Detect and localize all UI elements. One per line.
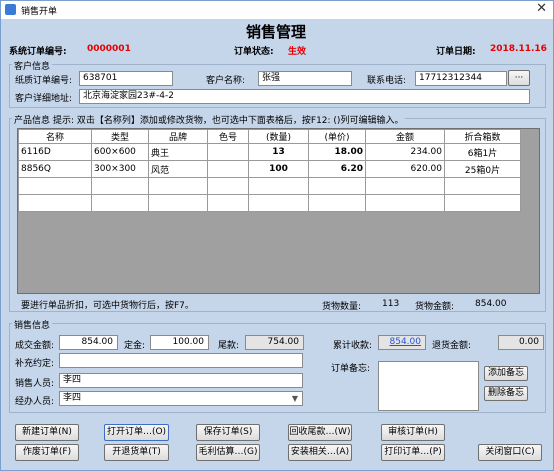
product-section-title: 产品信息 xyxy=(12,113,53,126)
order-no-value: 0000001 xyxy=(87,44,131,54)
customer-section-title: 客户信息 xyxy=(12,59,53,72)
customer-name-input[interactable]: 张强 xyxy=(258,71,352,86)
sales-order-window: 销售开单 ✕ 销售管理 系统订单编号: 0000001 订单状态: 生效 订单日… xyxy=(0,0,554,471)
close-window-button[interactable]: 关闭窗口(C) xyxy=(478,444,542,461)
collect-balance-button[interactable]: 回收尾款…(W) xyxy=(288,424,352,441)
remark-label: 订单备忘: xyxy=(331,364,371,374)
cell-boxes[interactable]: 25箱0片 xyxy=(444,160,521,178)
salesperson-label: 销售人员: xyxy=(15,379,55,389)
balance-label: 尾款: xyxy=(218,341,240,351)
customer-name-label: 客户名称: xyxy=(206,76,246,86)
delete-remark-button[interactable]: 删除备忘 xyxy=(484,386,528,401)
phone-lookup-button[interactable]: ··· xyxy=(508,70,530,86)
remark-textarea[interactable] xyxy=(378,361,479,411)
cell-brand[interactable]: 风范 xyxy=(148,160,208,178)
cell-color[interactable] xyxy=(207,143,249,161)
column-header[interactable]: 金额 xyxy=(365,129,445,144)
cell-amount[interactable]: 234.00 xyxy=(365,143,445,161)
refund-label: 退货金额: xyxy=(432,341,472,351)
handler-label: 经办人员: xyxy=(15,397,55,407)
gross-profit-button[interactable]: 毛利估算…(G) xyxy=(196,444,260,461)
print-order-button[interactable]: 打印订单…(P) xyxy=(381,444,445,461)
goods-total-value: 854.00 xyxy=(475,299,507,309)
agreement-input[interactable] xyxy=(59,353,303,368)
phone-input[interactable]: 17712312344 xyxy=(415,71,507,86)
cell-type[interactable]: 600×600 xyxy=(91,143,149,161)
add-remark-button[interactable]: 添加备忘 xyxy=(484,366,528,381)
chevron-down-icon[interactable]: ▼ xyxy=(292,392,298,405)
order-status-label: 订单状态: xyxy=(234,47,274,57)
goods-total-label: 货物金额: xyxy=(415,302,455,312)
cell-name[interactable]: 8856Q xyxy=(18,160,92,178)
product-hint: 提示: 双击【名称列】添加或修改货物，也可选中下面表格后，按F12: ()列可编… xyxy=(53,113,406,126)
product-table: 名称 类型 品牌 色号 (数量) (单价) 金额 折合箱数 6116D 600×… xyxy=(18,129,521,212)
order-date-value: 2018.11.16 xyxy=(490,44,547,54)
address-input[interactable]: 北京海淀家园23#-4-2 xyxy=(79,89,530,104)
balance-input: 754.00 xyxy=(245,335,304,350)
cell-brand[interactable]: 典王 xyxy=(148,143,208,161)
new-order-button[interactable]: 新建订单(N) xyxy=(15,424,79,441)
column-header[interactable]: 色号 xyxy=(207,129,249,144)
save-order-button[interactable]: 保存订单(S) xyxy=(196,424,260,441)
install-button[interactable]: 安装相关…(A) xyxy=(288,444,352,461)
goods-qty-value: 113 xyxy=(382,299,400,309)
order-date-label: 订单日期: xyxy=(436,47,476,57)
salesperson-input[interactable]: 李四 xyxy=(59,373,303,388)
title-bar: 销售开单 ✕ xyxy=(1,1,553,19)
column-header[interactable]: (数量) xyxy=(248,129,309,144)
page-title: 销售管理 xyxy=(246,23,307,41)
cell-price[interactable]: 6.20 xyxy=(308,160,366,178)
column-header[interactable]: 名称 xyxy=(18,129,92,144)
table-row-empty[interactable] xyxy=(18,194,521,212)
table-row[interactable]: 6116D 600×600 典王 13 18.00 234.00 6箱1片 xyxy=(18,143,521,161)
cell-boxes[interactable]: 6箱1片 xyxy=(444,143,521,161)
handler-select-value: 李四 xyxy=(63,393,82,403)
column-header[interactable]: 类型 xyxy=(91,129,149,144)
product-grid[interactable]: 名称 类型 品牌 色号 (数量) (单价) 金额 折合箱数 6116D 600×… xyxy=(17,128,540,294)
cell-qty[interactable]: 13 xyxy=(248,143,309,161)
refund-input: 0.00 xyxy=(498,335,544,350)
deposit-label: 定金: xyxy=(124,341,146,351)
order-status-value: 生效 xyxy=(288,47,307,57)
deal-amount-input[interactable]: 854.00 xyxy=(59,335,118,350)
handler-select[interactable]: 李四 ▼ xyxy=(59,391,303,406)
review-order-button[interactable]: 审核订单(H) xyxy=(381,424,445,441)
goods-qty-label: 货物数量: xyxy=(322,302,362,312)
agreement-label: 补充约定: xyxy=(15,359,55,369)
cell-price[interactable]: 18.00 xyxy=(308,143,366,161)
cell-color[interactable] xyxy=(207,160,249,178)
address-label: 客户详细地址: xyxy=(15,94,73,104)
received-label: 累计收款: xyxy=(333,341,373,351)
table-header-row: 名称 类型 品牌 色号 (数量) (单价) 金额 折合箱数 xyxy=(18,129,521,144)
received-link[interactable]: 854.00 xyxy=(378,335,426,350)
order-no-label: 系统订单编号: xyxy=(9,47,67,57)
table-row[interactable]: 8856Q 300×300 风范 100 6.20 620.00 25箱0片 xyxy=(18,160,521,178)
column-header[interactable]: 品牌 xyxy=(148,129,208,144)
discount-hint: 要进行单品折扣，可选中货物行后，按F7。 xyxy=(21,301,194,311)
table-row-empty[interactable] xyxy=(18,177,521,195)
column-header[interactable]: (单价) xyxy=(308,129,366,144)
window-title: 销售开单 xyxy=(21,7,58,17)
phone-label: 联系电话: xyxy=(367,76,407,86)
deposit-input[interactable]: 100.00 xyxy=(150,335,209,350)
app-icon xyxy=(5,4,16,15)
cell-name[interactable]: 6116D xyxy=(18,143,92,161)
deal-amount-label: 成交金额: xyxy=(15,341,55,351)
column-header[interactable]: 折合箱数 xyxy=(444,129,521,144)
open-order-button[interactable]: 打开订单…(O) xyxy=(104,424,169,441)
cell-qty[interactable]: 100 xyxy=(248,160,309,178)
paper-no-label: 纸质订单编号: xyxy=(15,76,73,86)
void-order-button[interactable]: 作废订单(F) xyxy=(15,444,79,461)
cell-amount[interactable]: 620.00 xyxy=(365,160,445,178)
sales-section-title: 销售信息 xyxy=(12,318,53,331)
close-icon[interactable]: ✕ xyxy=(536,2,547,16)
open-return-button[interactable]: 开退货单(T) xyxy=(104,444,169,461)
cell-type[interactable]: 300×300 xyxy=(91,160,149,178)
paper-no-input[interactable]: 638701 xyxy=(79,71,173,86)
